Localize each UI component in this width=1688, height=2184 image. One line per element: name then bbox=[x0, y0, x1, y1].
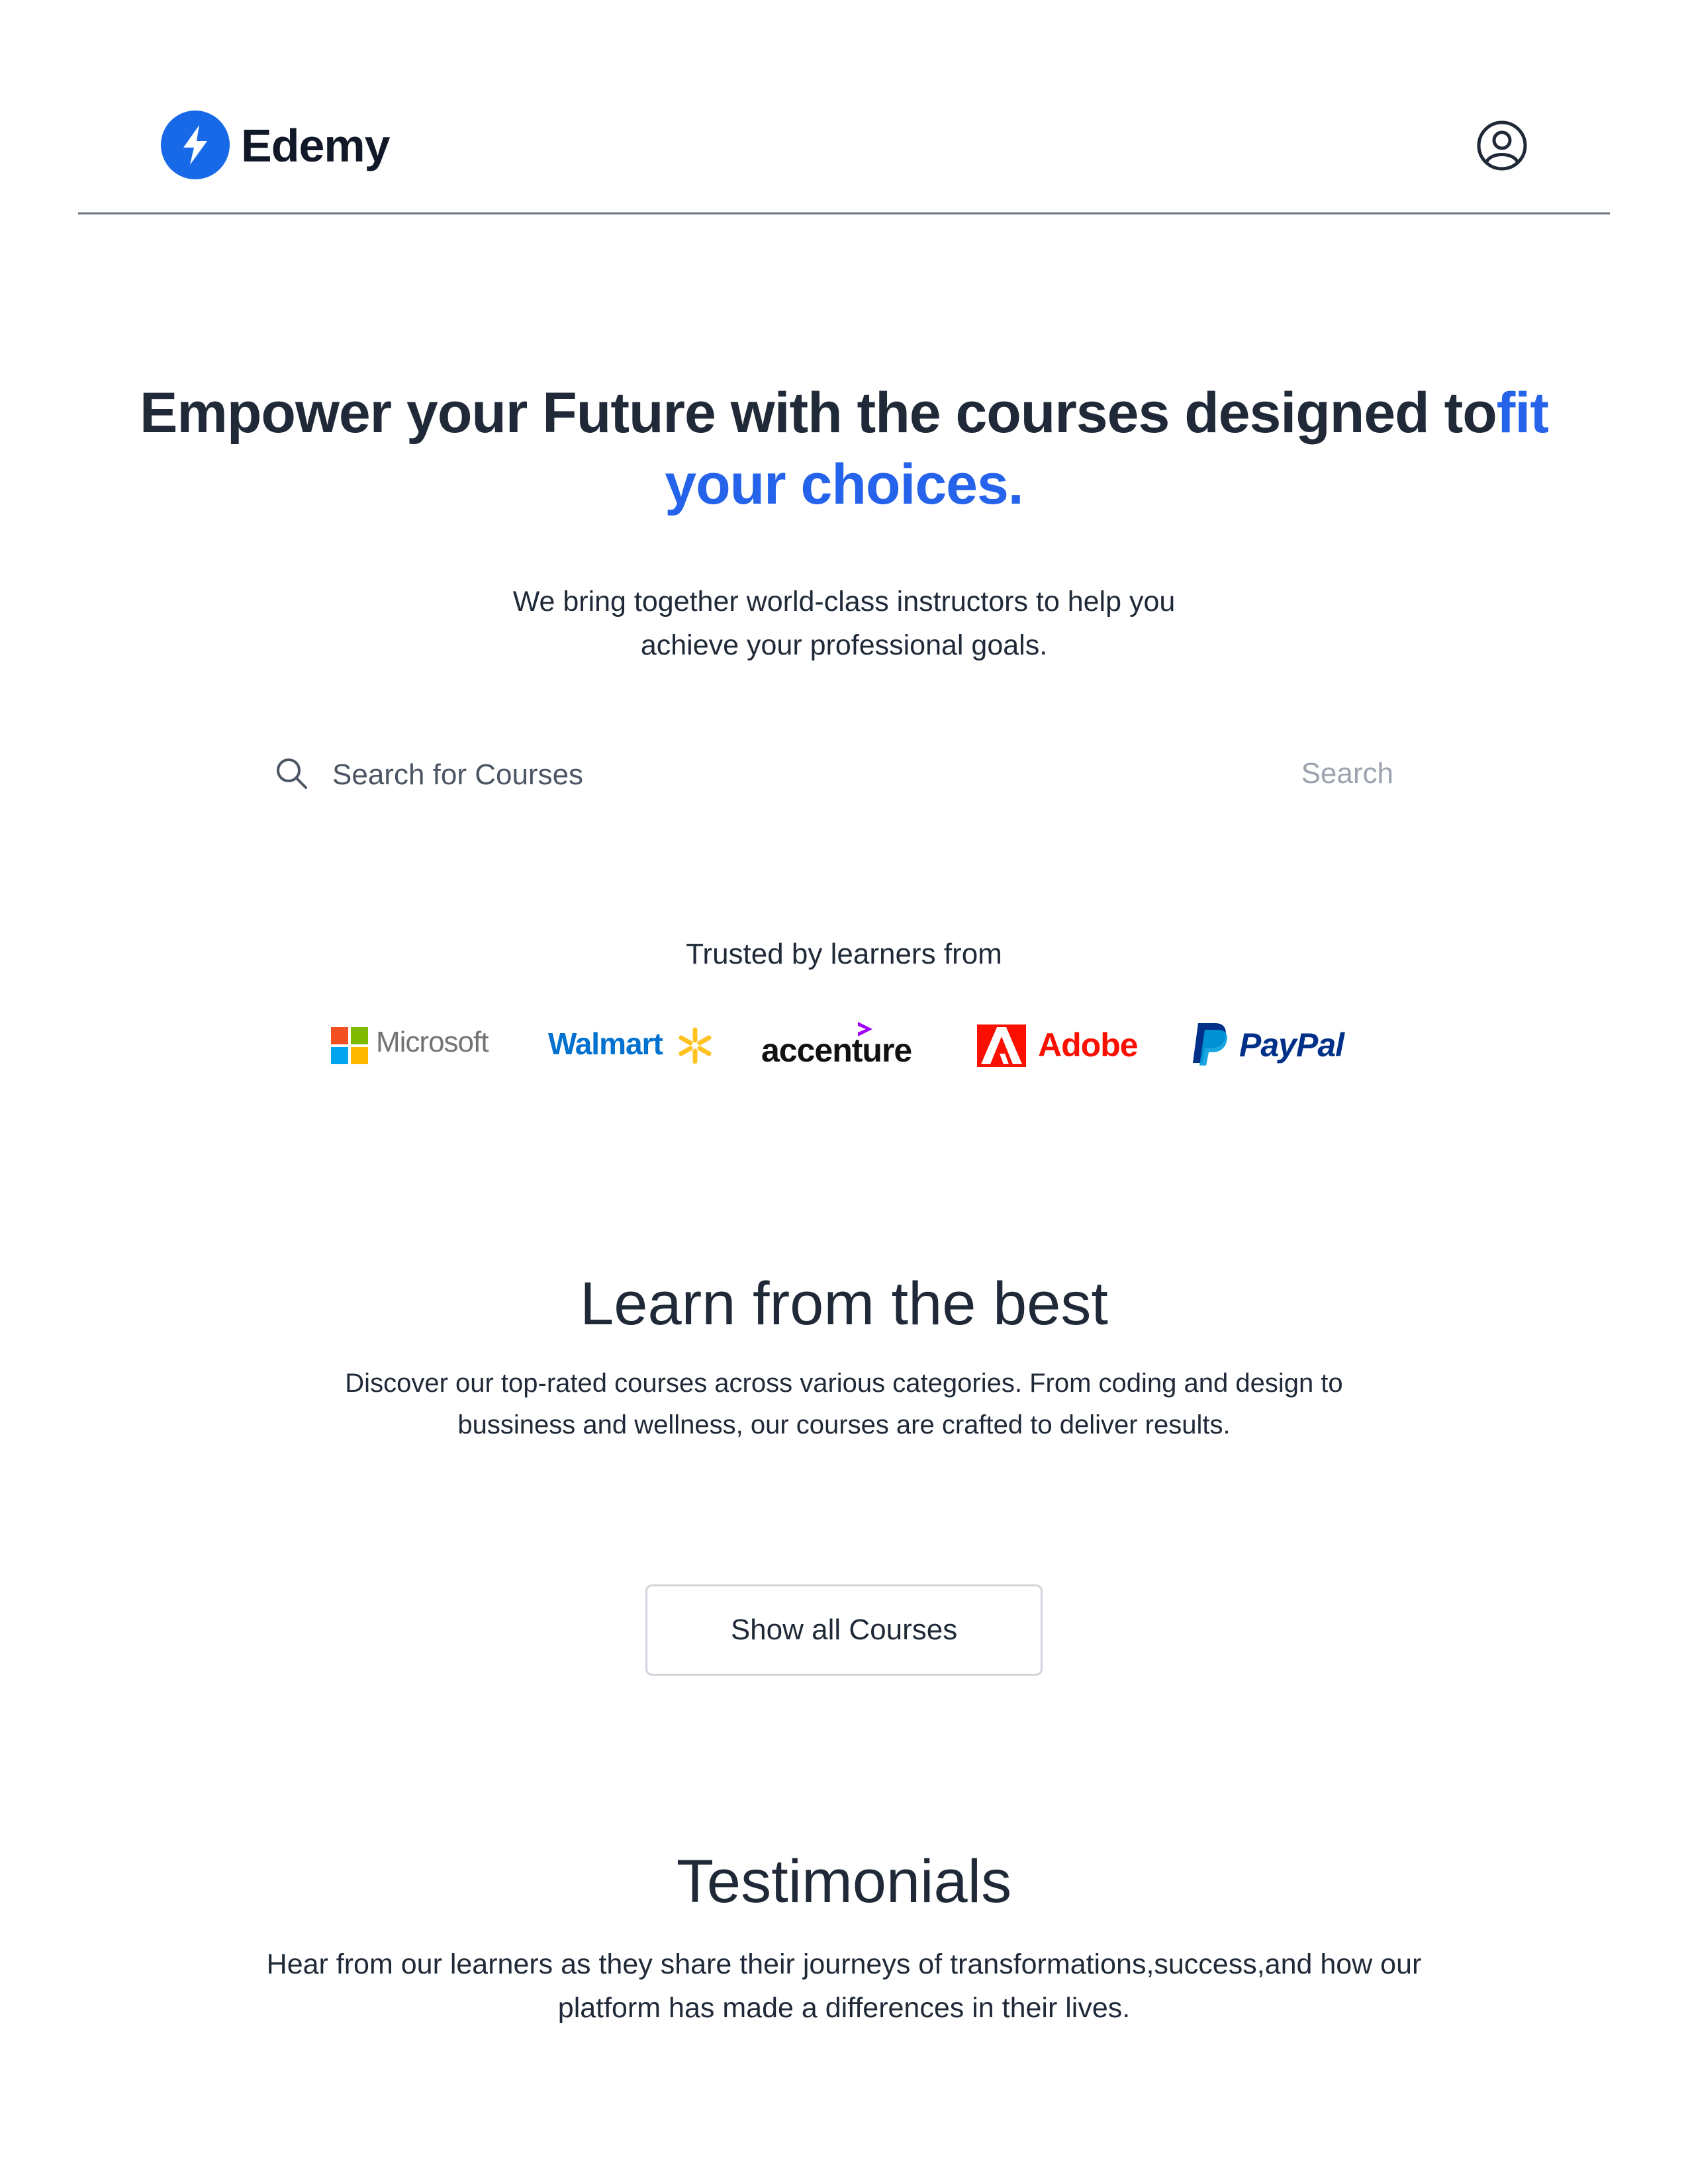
search-button[interactable]: Search bbox=[1261, 751, 1393, 797]
walmart-spark-icon bbox=[679, 1027, 712, 1064]
learn-subtitle-line2: bussiness and wellness, our courses are … bbox=[457, 1410, 1231, 1439]
microsoft-logo: Microsoft bbox=[331, 1019, 503, 1072]
learn-section-subtitle: Discover our top-rated courses across va… bbox=[0, 1363, 1688, 1446]
user-profile-icon[interactable] bbox=[1476, 119, 1528, 172]
hero-subtitle-line2: achieve your professional goals. bbox=[640, 629, 1048, 661]
testimonials-title: Testimonials bbox=[676, 1848, 1012, 1915]
search-input[interactable] bbox=[331, 753, 1194, 797]
accenture-logo: accenture bbox=[761, 1019, 933, 1072]
learn-subtitle-line1: Discover our top-rated courses across va… bbox=[345, 1369, 1343, 1398]
adobe-mark-icon bbox=[977, 1024, 1026, 1067]
adobe-wordmark: Adobe bbox=[1038, 1026, 1139, 1064]
walmart-logo: Walmart bbox=[548, 1019, 720, 1072]
walmart-wordmark: Walmart bbox=[548, 1026, 663, 1061]
paypal-logo: PayPal bbox=[1192, 1019, 1364, 1072]
paypal-mark-icon bbox=[1193, 1023, 1227, 1066]
search-icon bbox=[274, 756, 310, 792]
show-all-courses-button[interactable]: Show all Courses bbox=[645, 1584, 1043, 1676]
hero-title-accent: fit bbox=[1496, 381, 1549, 445]
learn-section-title: Learn from the best bbox=[580, 1270, 1108, 1338]
hero-subtitle-line1: We bring together world-class instructor… bbox=[512, 586, 1176, 617]
accenture-wordmark: accenture bbox=[761, 1032, 912, 1069]
hero-title-accent-line2: your choices. bbox=[665, 453, 1023, 516]
hero-title-main: Empower your Future with the courses des… bbox=[140, 381, 1497, 445]
hero-title: Empower your Future with the courses des… bbox=[0, 377, 1688, 520]
testimonials-subtitle-line1: Hear from our learners as they share the… bbox=[266, 1948, 1422, 1980]
brand-name[interactable]: Edemy bbox=[241, 118, 391, 173]
paypal-wordmark: PayPal bbox=[1239, 1026, 1344, 1064]
hero-subtitle: We bring together world-class instructor… bbox=[0, 580, 1688, 667]
header-divider bbox=[78, 212, 1610, 214]
brand-logo-icon[interactable] bbox=[161, 111, 230, 179]
trusted-heading: Trusted by learners from bbox=[686, 938, 1002, 970]
testimonials-subtitle-line2: platform has made a differences in their… bbox=[557, 1992, 1131, 2024]
microsoft-wordmark: Microsoft bbox=[376, 1026, 489, 1058]
adobe-logo: Adobe bbox=[977, 1019, 1149, 1072]
testimonials-subtitle: Hear from our learners as they share the… bbox=[0, 1942, 1688, 2030]
